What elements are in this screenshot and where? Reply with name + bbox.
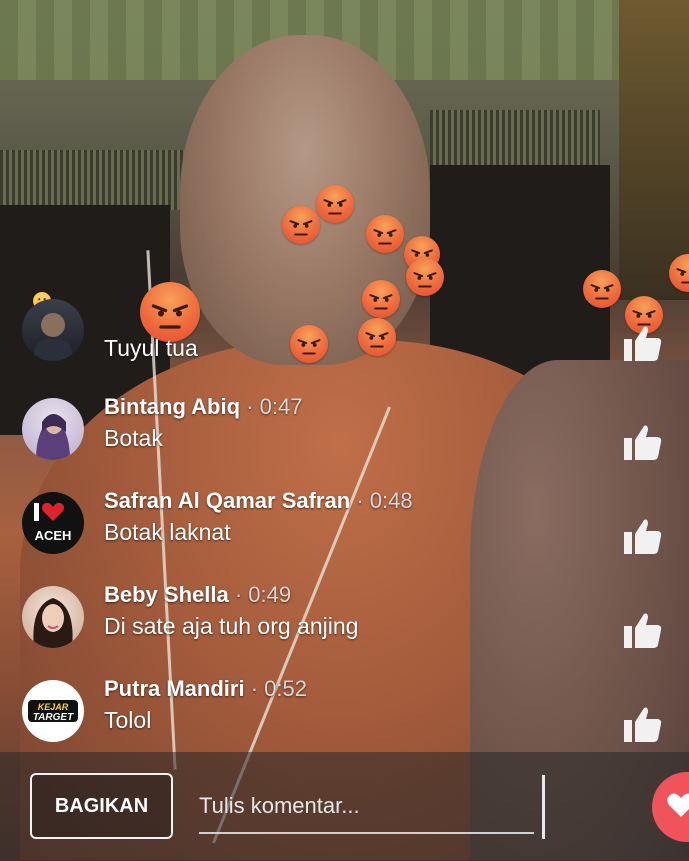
commenter-name[interactable]: Putra Mandiri · 0:52 [104, 676, 307, 702]
angry-reaction-icon [366, 215, 404, 253]
comment-timestamp: · 0:47 [246, 394, 303, 419]
comment-item: Bintang Abiq · 0:47 Botak [22, 394, 672, 460]
comment-input[interactable] [199, 780, 534, 834]
comment-text: Botak laknat [104, 519, 231, 545]
like-icon[interactable] [622, 323, 664, 363]
comment-text: Tolol [104, 707, 152, 733]
comment-text: Botak [104, 425, 163, 451]
commenter-avatar[interactable]: KEJAR TARGET [22, 680, 84, 742]
comment-item: Tuyul tua [22, 295, 672, 361]
live-video-screen: Tuyul tua Bintang Abiq · 0:47 Botak ACEH… [0, 0, 689, 861]
comment-text: Di sate aja tuh org anjing [104, 613, 359, 639]
commenter-avatar[interactable] [22, 586, 84, 648]
commenter-avatar[interactable] [22, 299, 84, 361]
angry-reaction-icon [316, 185, 354, 223]
kejar-logo-text: KEJAR [38, 702, 69, 712]
comment-item: ACEH Safran Al Qamar Safran · 0:48 Botak… [22, 488, 672, 554]
comment-item: KEJAR TARGET Putra Mandiri · 0:52 Tolol [22, 676, 672, 742]
commenter-avatar[interactable] [22, 398, 84, 460]
like-icon[interactable] [622, 516, 664, 556]
commenter-avatar[interactable]: ACEH [22, 492, 84, 554]
like-icon[interactable] [622, 422, 664, 462]
target-logo-text: TARGET [33, 712, 74, 723]
input-divider [542, 775, 545, 839]
like-icon[interactable] [622, 704, 664, 744]
video-background-fringe-right [430, 110, 600, 170]
commenter-name[interactable]: Bintang Abiq · 0:47 [104, 394, 302, 420]
angry-reaction-icon [282, 206, 320, 244]
comment-item: Beby Shella · 0:49 Di sate aja tuh org a… [22, 582, 672, 648]
like-icon[interactable] [622, 610, 664, 650]
angry-reaction-icon [406, 258, 444, 296]
commenter-name[interactable]: Safran Al Qamar Safran · 0:48 [104, 488, 413, 514]
commenter-name[interactable]: Beby Shella · 0:49 [104, 582, 291, 608]
comment-text: Tuyul tua [104, 335, 198, 361]
comment-timestamp: · 0:48 [356, 488, 413, 513]
comment-timestamp: · 0:52 [250, 676, 307, 701]
video-background-fringe [0, 150, 185, 210]
heart-icon [667, 793, 689, 817]
aceh-logo-text: ACEH [35, 528, 72, 543]
comment-timestamp: · 0:49 [234, 582, 292, 607]
share-button[interactable]: BAGIKAN [30, 773, 173, 839]
angry-reaction-icon [669, 254, 689, 292]
